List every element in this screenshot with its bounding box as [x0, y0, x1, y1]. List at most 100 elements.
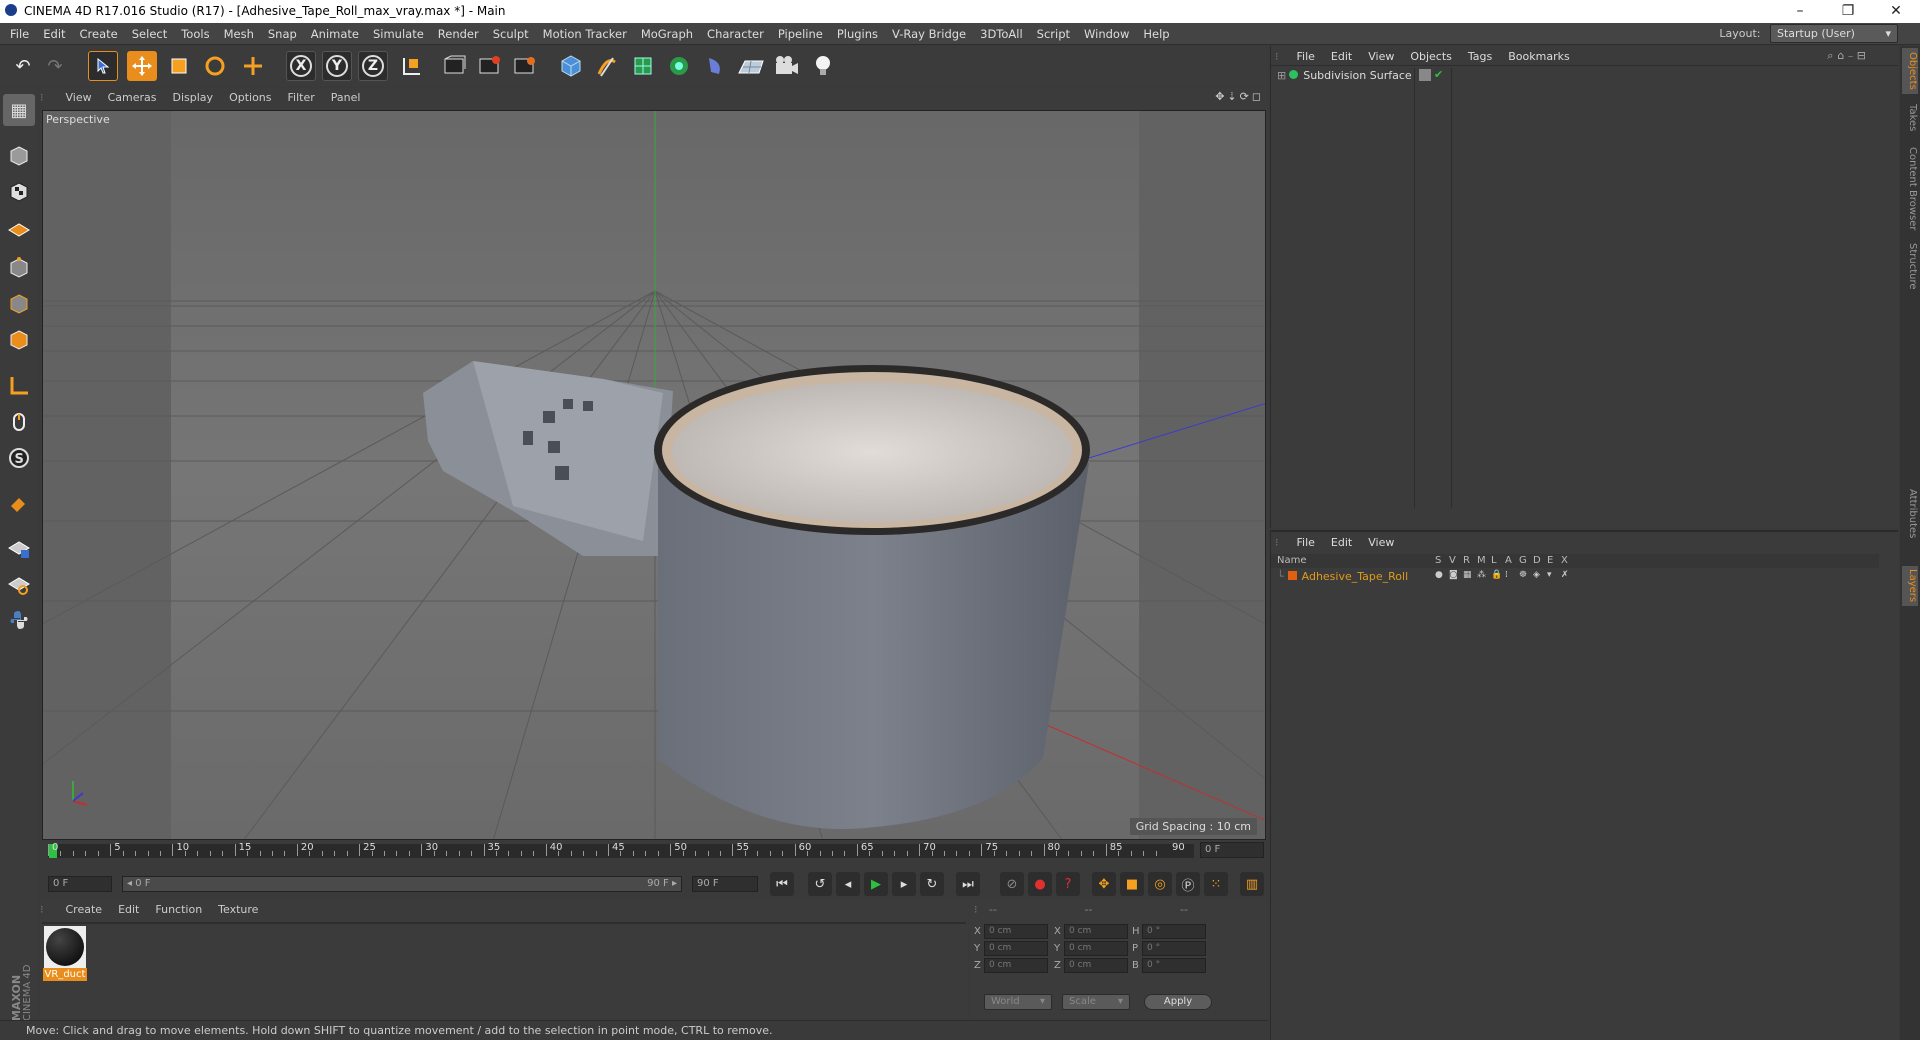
menu-mesh[interactable]: Mesh	[217, 23, 261, 41]
coord-value-field[interactable]: 0 °	[1142, 941, 1206, 956]
menu-plugins[interactable]: Plugins	[830, 23, 885, 41]
snap-icon[interactable]: S	[3, 442, 35, 474]
redo-icon[interactable]: ↷	[40, 51, 70, 81]
menu-create[interactable]: Create	[73, 23, 125, 41]
menu-snap[interactable]: Snap	[261, 23, 304, 41]
make-editable-icon[interactable]: ▦	[3, 94, 35, 126]
material-menu-texture[interactable]: Texture	[210, 900, 266, 919]
menu-animate[interactable]: Animate	[304, 23, 366, 41]
menu-select[interactable]: Select	[125, 23, 174, 41]
layer-column-m[interactable]: M	[1477, 555, 1486, 566]
layer-toggle-icon[interactable]: ✗	[1561, 570, 1569, 580]
tweak-icon[interactable]	[3, 406, 35, 438]
layer-menu-file[interactable]: File	[1289, 532, 1323, 553]
coord-value-field[interactable]: 0 cm	[1064, 941, 1128, 956]
object-menu-file[interactable]: File	[1289, 46, 1323, 67]
render-settings-icon[interactable]	[510, 51, 540, 81]
layer-toggle-icon[interactable]: ◈	[1533, 570, 1540, 580]
move-icon[interactable]	[127, 51, 157, 81]
prev-key-icon[interactable]: ↺	[808, 872, 832, 896]
object-menu-bookmarks[interactable]: Bookmarks	[1500, 46, 1577, 67]
subdivision-icon[interactable]	[628, 51, 658, 81]
layer-toggle-icon[interactable]: ▾	[1547, 570, 1552, 580]
render-picture-icon[interactable]	[475, 51, 505, 81]
menu-character[interactable]: Character	[700, 23, 771, 41]
layer-name[interactable]: Adhesive_Tape_Roll	[1302, 570, 1409, 583]
play-icon[interactable]: ▶	[864, 872, 888, 896]
menu-file[interactable]: File	[3, 23, 36, 41]
layer-column-e[interactable]: E	[1547, 555, 1553, 566]
current-frame-field[interactable]: 0 F	[1200, 842, 1264, 858]
menu-help[interactable]: Help	[1136, 23, 1176, 41]
viewport-menu-options[interactable]: Options	[221, 88, 279, 107]
menu-3dtoall[interactable]: 3DToAll	[973, 23, 1030, 41]
side-tab-takes[interactable]: Takes	[1902, 96, 1918, 140]
coord-value-field[interactable]: 0 cm	[1064, 924, 1128, 939]
object-menu-view[interactable]: View	[1360, 46, 1402, 67]
layer-column-x[interactable]: X	[1561, 555, 1568, 566]
autokey-icon[interactable]: ?	[1056, 872, 1080, 896]
coord-value-field[interactable]: 0 cm	[984, 958, 1048, 973]
layer-column-a[interactable]: A	[1505, 555, 1512, 566]
material-menu-edit[interactable]: Edit	[110, 900, 147, 919]
layer-column-d[interactable]: D	[1533, 555, 1541, 566]
expand-icon[interactable]: ⊞	[1277, 69, 1286, 82]
axis-y-icon[interactable]: Y	[322, 51, 352, 81]
layer-column-r[interactable]: R	[1463, 555, 1470, 566]
object-row[interactable]: ⊞ Subdivision Surface ✔	[1271, 68, 1871, 84]
key-position-icon[interactable]: ✥	[1092, 872, 1116, 896]
layer-toggle-icon[interactable]: ☸	[1519, 570, 1527, 580]
menu-script[interactable]: Script	[1030, 23, 1077, 41]
object-menu-tags[interactable]: Tags	[1460, 46, 1500, 67]
timeline-ruler[interactable]: 0 5 10 15 20 25 30 35 40 45 50 55 60 65 70 75 80 85 90 0 F	[40, 840, 1268, 860]
viewport-menu-cameras[interactable]: Cameras	[100, 88, 165, 107]
minimize-button[interactable]: –	[1780, 1, 1820, 23]
material-menu-create[interactable]: Create	[58, 900, 111, 919]
polygons-mode-icon[interactable]	[3, 324, 35, 356]
record-key-icon[interactable]: ●	[1028, 872, 1052, 896]
menu-window[interactable]: Window	[1077, 23, 1136, 41]
menu-mograph[interactable]: MoGraph	[634, 23, 700, 41]
layer-column-v[interactable]: V	[1449, 555, 1456, 566]
layer-toggle-icon[interactable]: ▦	[1463, 570, 1472, 580]
end-frame-field[interactable]: 90 F	[692, 876, 758, 892]
size-mode-dropdown[interactable]: Scale ▾	[1062, 994, 1130, 1010]
step-back-icon[interactable]: ◂	[836, 872, 860, 896]
texture-mode-icon[interactable]	[3, 176, 35, 208]
coord-mode-dropdown[interactable]: World ▾	[984, 994, 1052, 1010]
undo-icon[interactable]: ↶	[8, 51, 38, 81]
layer-column-l[interactable]: L	[1491, 555, 1497, 566]
menu-simulate[interactable]: Simulate	[366, 23, 431, 41]
layer-toggle-icon[interactable]: ⁞	[1505, 570, 1508, 580]
frame-range-slider[interactable]: ◂ 0 F 90 F ▸	[122, 876, 682, 892]
menu-edit[interactable]: Edit	[36, 23, 72, 41]
start-frame-field[interactable]: 0 F	[48, 876, 112, 892]
key-pla-icon[interactable]: ⁙	[1204, 872, 1228, 896]
viewport-canvas[interactable]: Perspective Grid Spacing : 10 cm	[42, 110, 1266, 840]
layer-column-g[interactable]: G	[1519, 555, 1527, 566]
camera-icon[interactable]	[772, 51, 802, 81]
coord-value-field[interactable]: 0 cm	[1064, 958, 1128, 973]
workplane-axis-icon[interactable]	[3, 568, 35, 600]
viewport-menu-filter[interactable]: Filter	[280, 88, 323, 107]
motion-record-icon[interactable]: ⊘	[1000, 872, 1024, 896]
object-menu-edit[interactable]: Edit	[1323, 46, 1360, 67]
render-view-icon[interactable]	[440, 51, 470, 81]
coord-value-field[interactable]: 0 cm	[984, 941, 1048, 956]
axis-mode-icon[interactable]	[3, 370, 35, 402]
menu-pipeline[interactable]: Pipeline	[771, 23, 830, 41]
coord-value-field[interactable]: 0 °	[1142, 958, 1206, 973]
model-mode-icon[interactable]	[3, 140, 35, 172]
object-menu-objects[interactable]: Objects	[1402, 46, 1460, 67]
points-mode-icon[interactable]	[3, 252, 35, 284]
layer-toggle-icon[interactable]: ◙	[1449, 570, 1458, 580]
layer-column-s[interactable]: S	[1435, 555, 1441, 566]
layout-dropdown[interactable]: Startup (User) ▾	[1770, 24, 1898, 43]
coord-system-icon[interactable]	[396, 51, 426, 81]
apply-button[interactable]: Apply	[1144, 994, 1212, 1010]
close-button[interactable]: ✕	[1876, 1, 1916, 23]
layer-color-swatch[interactable]	[1287, 571, 1297, 580]
layer-column-name[interactable]: Name	[1277, 555, 1307, 566]
layer-toggle-icon[interactable]: 🔒	[1491, 570, 1502, 580]
restore-button[interactable]: ❐	[1828, 1, 1868, 23]
